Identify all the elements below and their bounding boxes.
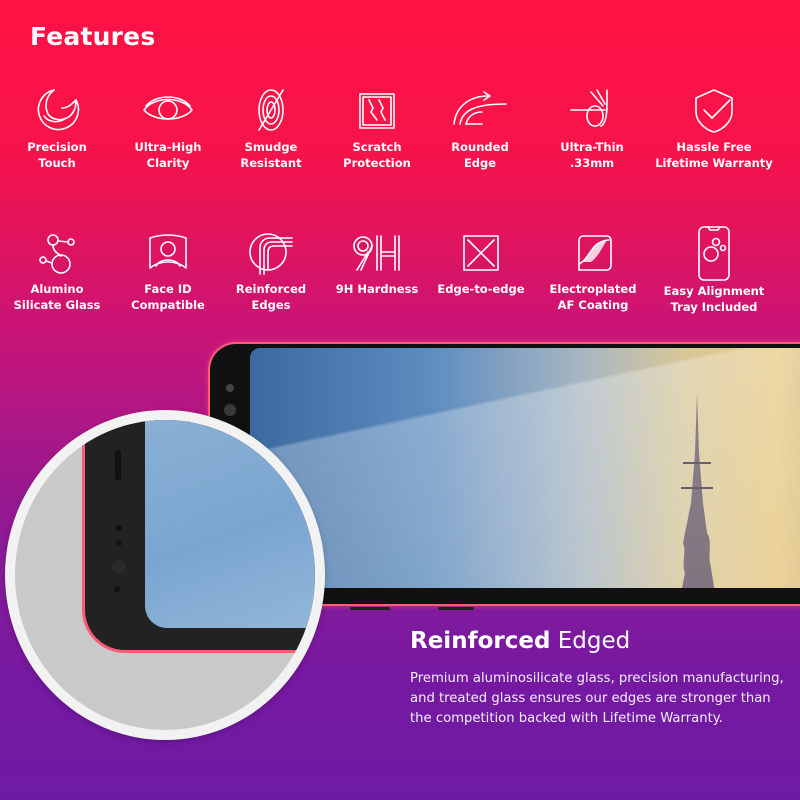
ultra-thin-icon	[570, 89, 608, 127]
speaker-grille	[115, 450, 121, 480]
front-camera	[112, 560, 126, 574]
feature-ultra-thin: Ultra-Thin .33mm	[532, 86, 652, 171]
feature-label: Scratch	[352, 140, 402, 154]
sensor-dot	[116, 540, 122, 546]
feature-face-id: Face ID Compatible	[108, 230, 228, 313]
feature-rounded-edge: Rounded Edge	[420, 86, 540, 171]
phone-sensor	[226, 384, 234, 392]
feature-label: Resistant	[240, 155, 302, 170]
feature-label: Edge	[463, 155, 497, 170]
section-heading-light: Edged	[557, 628, 631, 654]
feature-label: Tray Included	[670, 299, 758, 314]
molecule-icon	[39, 234, 75, 274]
section-heading-bold: Reinforced	[410, 628, 551, 654]
phone-screen	[250, 348, 800, 588]
shield-check-icon	[695, 89, 733, 133]
feature-label: Touch	[38, 155, 76, 170]
feature-label: .33mm	[569, 155, 615, 170]
feature-label: Edges	[251, 297, 291, 312]
feature-label: Smudge	[244, 140, 298, 154]
feature-label: Hassle Free	[676, 140, 752, 154]
page-title: Features	[30, 22, 156, 51]
zoomed-screen	[145, 420, 315, 628]
feature-label: Compatible	[131, 297, 205, 312]
face-id-icon	[149, 234, 187, 269]
feature-warranty: Hassle Free Lifetime Warranty	[654, 86, 774, 171]
scratch-icon	[359, 93, 395, 129]
feature-af-coating: Electroplated AF Coating	[533, 230, 653, 313]
feature-label: Lifetime Warranty	[655, 155, 773, 170]
af-coating-icon	[578, 235, 612, 271]
feature-label: Face ID	[144, 282, 192, 296]
feature-edge-to-edge: Edge-to-edge	[421, 230, 541, 298]
fingerprint-slash-icon	[258, 89, 284, 131]
section-body: Premium aluminosilicate glass, precision…	[410, 671, 784, 726]
feature-label: Electroplated	[549, 282, 637, 296]
9h-icon	[353, 235, 400, 271]
edge-to-edge-icon	[463, 235, 499, 271]
zoom-detail-circle	[5, 410, 325, 740]
feature-label: Silicate Glass	[13, 297, 101, 312]
feature-clarity: Ultra-High Clarity	[108, 86, 228, 171]
eye-icon	[143, 96, 193, 120]
feature-alumino: Alumino Silicate Glass	[0, 230, 117, 313]
feature-label: Alumino	[30, 282, 84, 296]
side-button	[350, 607, 390, 610]
feature-label: Edge-to-edge	[437, 282, 525, 296]
side-button	[438, 607, 474, 610]
feature-smudge: Smudge Resistant	[211, 86, 331, 171]
feature-scratch: Scratch Protection	[317, 86, 437, 171]
phone-camera	[224, 404, 236, 416]
feature-label: Clarity	[146, 155, 190, 170]
feature-label: 9H Hardness	[335, 282, 419, 296]
zoomed-phone-edge	[85, 420, 315, 650]
feature-label: Ultra-Thin	[560, 140, 624, 154]
sensor-dot	[116, 525, 122, 531]
feature-label: Rounded	[451, 140, 509, 154]
precision-touch-icon	[37, 89, 80, 131]
feature-label: AF Coating	[557, 297, 629, 312]
section-heading: Reinforced Edged	[410, 628, 630, 654]
spire-silhouette	[681, 393, 715, 588]
feature-label: Ultra-High	[134, 140, 202, 154]
feature-label: Easy Alignment	[663, 284, 765, 298]
rounded-edge-icon	[453, 91, 507, 125]
feature-reinforced: Reinforced Edges	[211, 230, 331, 313]
feature-9h: 9H Hardness	[317, 230, 437, 298]
sensor-dot	[114, 586, 120, 592]
feature-label: Precision	[27, 140, 87, 154]
feature-label: Reinforced	[235, 282, 307, 296]
feature-precision-touch: Precision Touch	[0, 86, 117, 171]
reinforced-edge-icon	[249, 233, 293, 275]
feature-alignment-tray: Easy Alignment Tray Included	[654, 224, 774, 315]
alignment-tray-icon	[698, 226, 730, 281]
feature-label: Protection	[343, 155, 411, 170]
